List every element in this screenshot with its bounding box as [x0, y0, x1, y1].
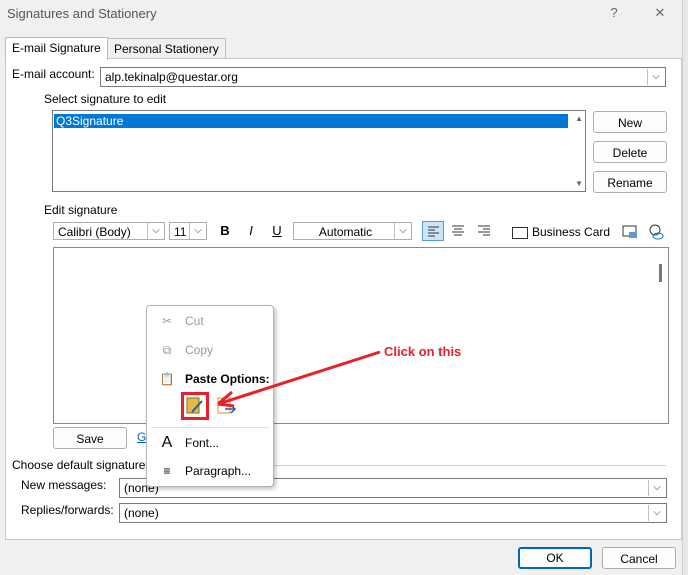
italic-button[interactable]: I — [240, 220, 262, 242]
edit-signature-label: Edit signature — [44, 203, 118, 217]
chevron-down-icon[interactable]: ⌵ — [147, 223, 164, 239]
chevron-down-icon[interactable]: ⌵ — [189, 223, 206, 239]
email-account-combo[interactable]: alp.tekinalp@questar.org ⌵ — [100, 67, 666, 87]
picture-icon — [622, 225, 637, 238]
replies-forwards-value: (none) — [124, 506, 159, 520]
align-left-button[interactable] — [422, 221, 444, 241]
cancel-button[interactable]: Cancel — [602, 547, 676, 569]
font-color-combo[interactable]: Automatic ⌵ — [293, 222, 412, 240]
templates-link[interactable]: G — [137, 430, 146, 444]
business-card-label: Business Card — [532, 225, 611, 239]
choose-default-label: Choose default signature — [12, 458, 146, 472]
scroll-up-icon[interactable]: ▲ — [575, 114, 583, 123]
tab-email-signature-label: E-mail Signature — [12, 41, 101, 55]
replies-forwards-label: Replies/forwards: — [21, 503, 114, 517]
list-item[interactable]: Q3Signature — [54, 114, 568, 128]
menu-item-paragraph-label: Paragraph... — [185, 464, 252, 478]
editor-scrollbar[interactable] — [659, 264, 662, 282]
window-edge — [682, 0, 688, 575]
replies-forwards-combo[interactable]: (none) ⌵ — [119, 503, 667, 523]
font-color-value: Automatic — [318, 225, 373, 239]
scroll-down-icon[interactable]: ▼ — [575, 179, 583, 188]
menu-item-font-label: Font... — [185, 436, 220, 450]
delete-button[interactable]: Delete — [593, 141, 667, 163]
rename-button[interactable]: Rename — [593, 171, 667, 193]
align-right-button[interactable] — [474, 221, 496, 241]
menu-item-cut[interactable]: ✂ Cut — [147, 310, 273, 332]
align-right-icon — [478, 225, 490, 236]
tab-email-signature[interactable]: E-mail Signature — [5, 37, 108, 60]
tab-personal-stationery-label: Personal Stationery — [114, 42, 219, 56]
help-button[interactable]: ? — [604, 3, 624, 23]
align-left-icon — [428, 226, 439, 237]
hyperlink-icon — [649, 224, 664, 240]
menu-item-font[interactable]: A Font... — [147, 432, 273, 454]
chevron-down-icon[interactable]: ⌵ — [648, 505, 665, 521]
font-icon: A — [161, 434, 173, 451]
paragraph-icon: ≡ — [163, 464, 171, 478]
menu-item-paragraph[interactable]: ≡ Paragraph... — [147, 460, 273, 482]
window-title: Signatures and Stationery — [7, 6, 157, 21]
clipboard-icon: 📋 — [159, 372, 175, 386]
chevron-down-icon[interactable]: ⌵ — [394, 223, 411, 239]
font-size-value: 11 — [174, 225, 187, 239]
select-signature-label: Select signature to edit — [44, 92, 167, 106]
insert-picture-button[interactable] — [620, 222, 640, 242]
bold-button[interactable]: B — [214, 220, 236, 242]
align-center-button[interactable] — [448, 221, 470, 241]
close-button[interactable]: ✕ — [650, 3, 670, 23]
copy-icon: ⧉ — [162, 343, 172, 357]
font-combo[interactable]: Calibri (Body) ⌵ — [53, 222, 165, 240]
font-size-combo[interactable]: 11 ⌵ — [169, 222, 207, 240]
menu-item-cut-label: Cut — [185, 314, 204, 328]
new-messages-label: New messages: — [21, 478, 107, 492]
signatures-dialog: Signatures and Stationery ? ✕ E-mail Sig… — [0, 0, 688, 575]
insert-hyperlink-button[interactable] — [646, 222, 666, 242]
chevron-down-icon[interactable]: ⌵ — [648, 480, 665, 496]
email-account-label: E-mail account: — [12, 67, 95, 81]
signature-list[interactable]: Q3Signature ▲ ▼ — [52, 110, 586, 192]
font-value: Calibri (Body) — [58, 225, 131, 239]
business-card-icon — [512, 226, 528, 239]
menu-divider — [151, 427, 269, 428]
annotation-text: Click on this — [384, 344, 462, 359]
align-center-icon — [452, 225, 464, 236]
tab-personal-stationery[interactable]: Personal Stationery — [107, 38, 226, 59]
new-button[interactable]: New — [593, 111, 667, 133]
scissors-icon: ✂ — [161, 314, 173, 328]
email-account-value: alp.tekinalp@questar.org — [105, 70, 238, 84]
chevron-down-icon[interactable]: ⌵ — [647, 69, 664, 85]
save-button[interactable]: Save — [53, 427, 127, 449]
ok-button[interactable]: OK — [518, 547, 592, 569]
annotation-arrow — [217, 350, 381, 408]
business-card-button[interactable]: Business Card — [512, 222, 612, 242]
underline-button[interactable]: U — [266, 220, 288, 242]
